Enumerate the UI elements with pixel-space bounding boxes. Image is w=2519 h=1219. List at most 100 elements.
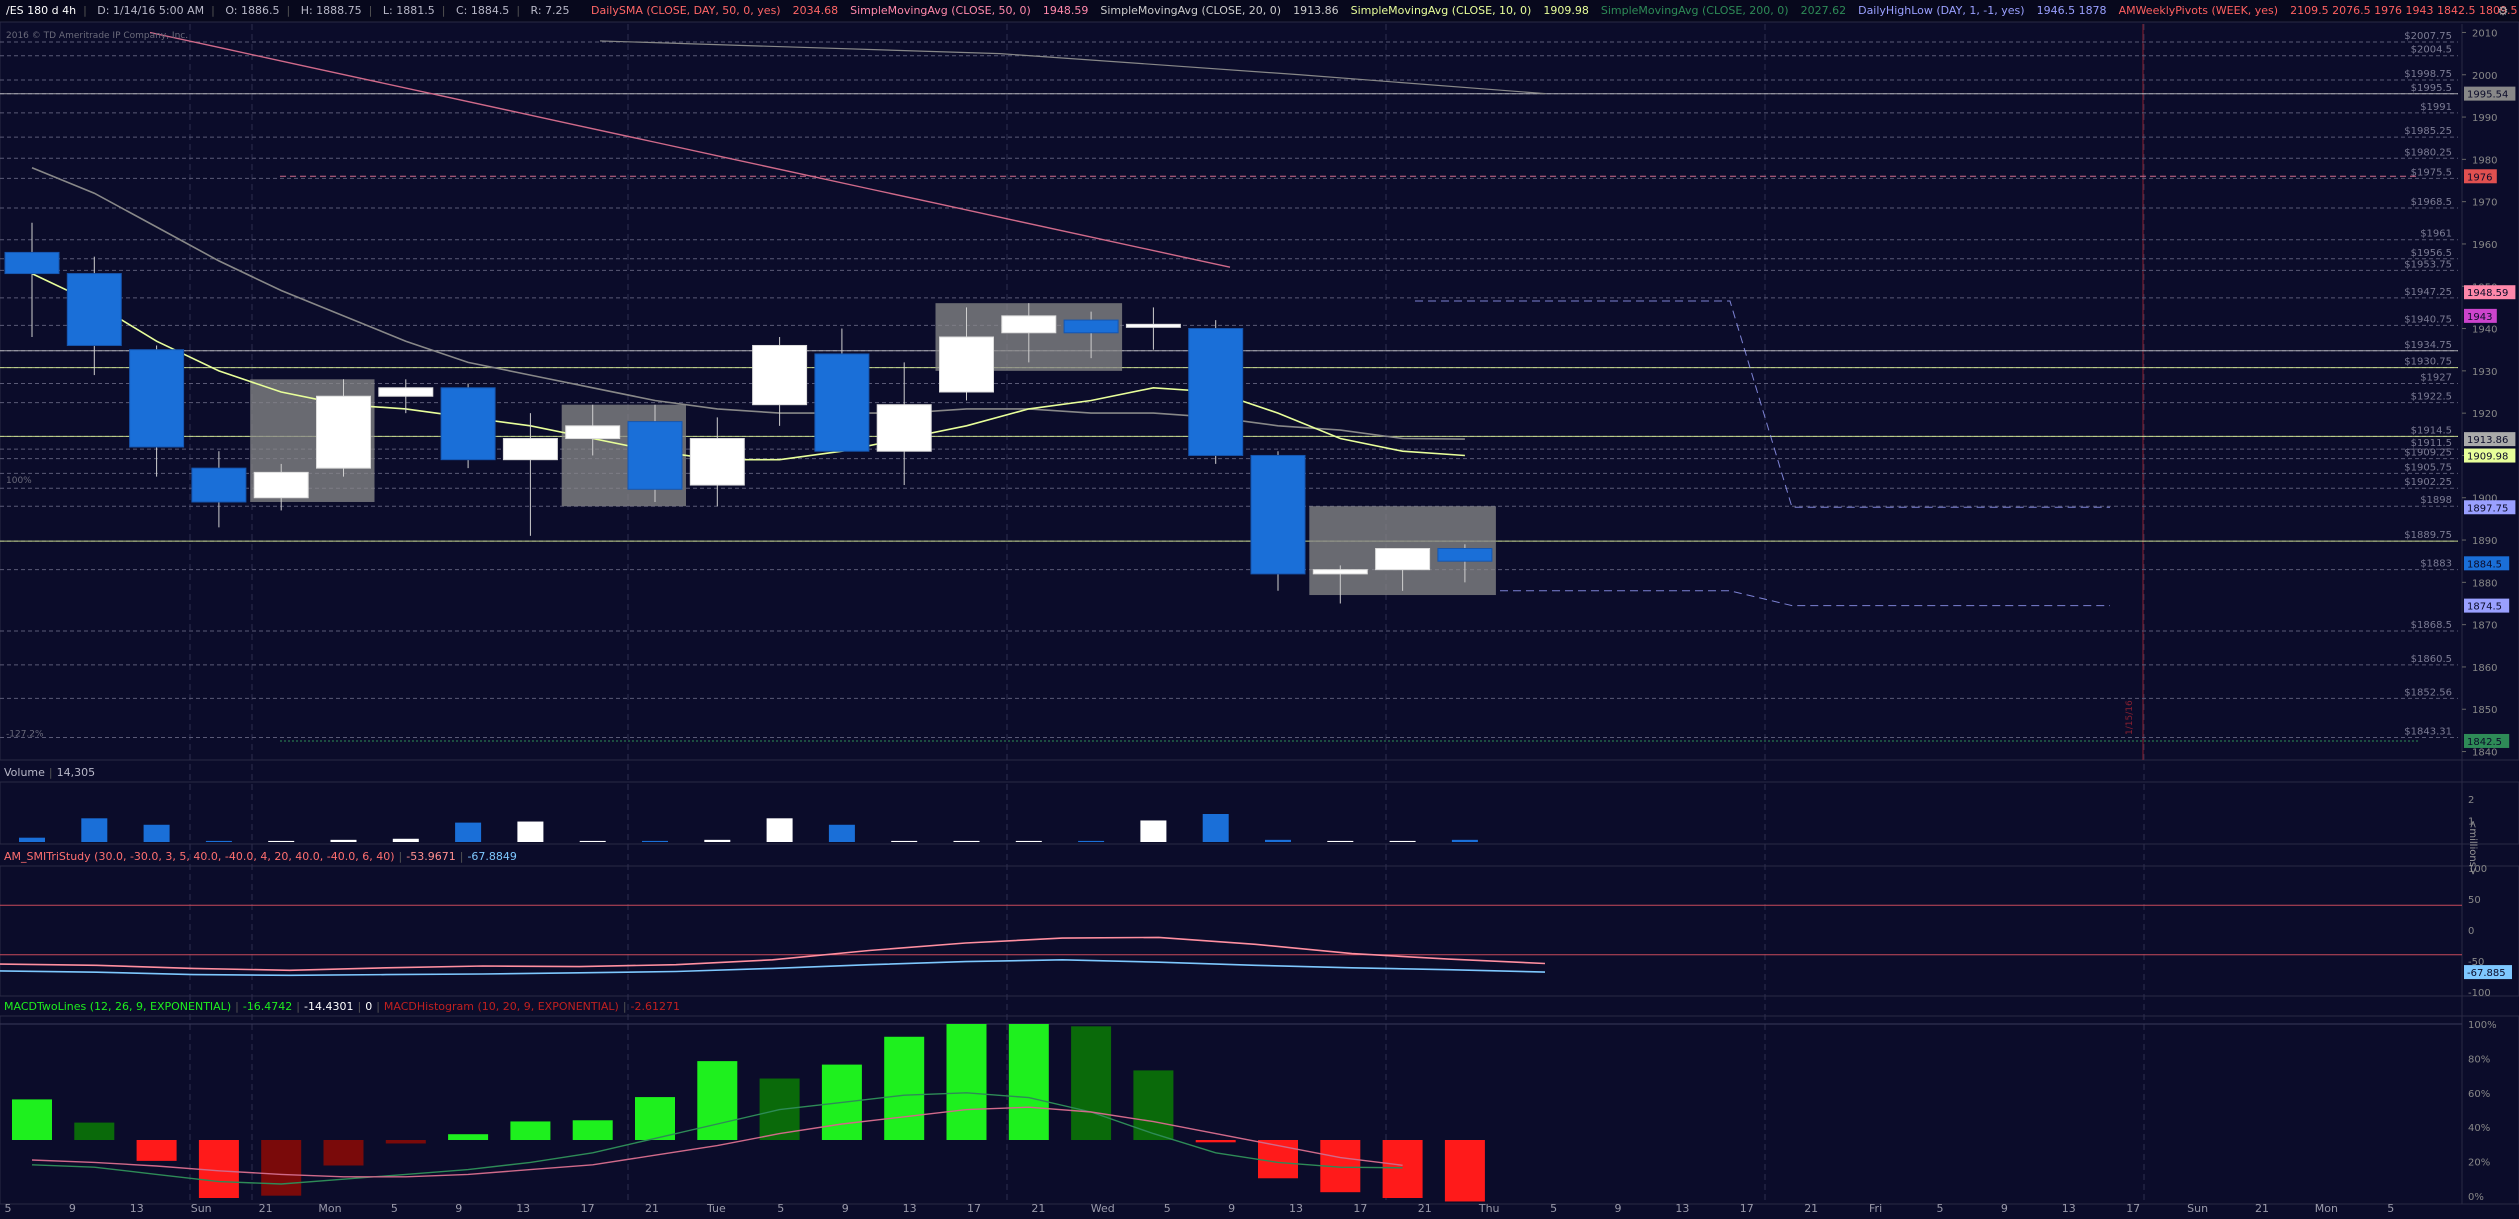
price-tag: 1948.59 xyxy=(2464,285,2516,300)
macd-axis-label: 20% xyxy=(2468,1158,2490,1169)
macd-histogram-bar xyxy=(1444,1140,1485,1202)
macd-histogram-bar xyxy=(323,1140,364,1166)
price-level-label: $1975.5 xyxy=(2411,167,2452,178)
candle xyxy=(502,413,558,536)
price-tag: 1913.86 xyxy=(2464,432,2516,447)
price-tag: 1995.54 xyxy=(2464,86,2516,101)
time-axis-label: Tue xyxy=(706,1202,726,1215)
smi-value-tag: -67.885 xyxy=(2464,965,2512,980)
price-axis-label: 1940 xyxy=(2472,325,2497,336)
candle-body xyxy=(1437,548,1493,562)
price-axis-label: 1860 xyxy=(2472,663,2497,674)
price-level-label: $1905.75 xyxy=(2404,462,2452,473)
volume-bar xyxy=(1265,839,1291,842)
candle xyxy=(440,383,496,469)
macd-histogram-bar xyxy=(946,1024,987,1140)
price-axis-label: 1970 xyxy=(2472,198,2497,209)
price-axis-label: 1850 xyxy=(2472,705,2497,716)
candle-body xyxy=(378,387,434,397)
candle-body xyxy=(502,438,558,461)
smi-axis-label: -100 xyxy=(2468,988,2491,999)
time-axis-label: 17 xyxy=(1740,1202,1754,1215)
price-level-label: $1883 xyxy=(2420,559,2452,570)
macd-axis-label: 100% xyxy=(2468,1020,2497,1031)
price-tag-text: 1897.75 xyxy=(2467,503,2508,514)
price-tag: 1884.5 xyxy=(2464,556,2510,571)
volume-title: Volume xyxy=(4,766,45,779)
macd-histogram-bar xyxy=(448,1134,489,1140)
smi-tag-text: -67.885 xyxy=(2467,968,2506,979)
candle-body xyxy=(129,349,185,448)
volume-axis-label: 2 xyxy=(2468,795,2474,806)
price-axis-label: 1990 xyxy=(2472,113,2497,124)
smi-panel xyxy=(0,865,2519,997)
price-tag: 1842.5 xyxy=(2464,733,2510,748)
price-axis-label: 1980 xyxy=(2472,155,2497,166)
time-axis-label: 13 xyxy=(1289,1202,1303,1215)
trading-chart-window: /ES 180 d 4h | D: 1/14/16 5:00 AM | O: 188… xyxy=(0,0,2519,1219)
macd-histogram-bar xyxy=(1382,1140,1423,1198)
candle xyxy=(814,328,870,452)
price-level-label: $1909.25 xyxy=(2404,448,2452,459)
time-axis-label: Mon xyxy=(318,1202,341,1215)
smi-header: AM_SMITriStudy (30.0, -30.0, 3, 5, 40.0,… xyxy=(0,848,521,866)
price-level-label: $2007.75 xyxy=(2404,31,2452,42)
price-level-label: $1956.5 xyxy=(2411,248,2452,259)
macd-layer: 100% 80% 60% 40% 20% 0% xyxy=(0,1020,2497,1203)
price-tag-text: 1842.5 xyxy=(2467,737,2502,748)
macd-histogram-bar xyxy=(1195,1140,1236,1143)
macd-histogram-title: MACDHistogram (10, 20, 9, EXPONENTIAL) xyxy=(383,1000,619,1013)
daily-high-projection xyxy=(1415,300,2110,508)
volume-bar xyxy=(766,818,793,842)
smi-k-line xyxy=(0,936,1546,972)
price-tag-text: 1995.54 xyxy=(2467,90,2508,101)
time-axis-label: Wed xyxy=(1091,1202,1115,1215)
volume-bar xyxy=(455,822,482,842)
time-axis-label: 21 xyxy=(259,1202,273,1215)
settings-icon[interactable]: ⚙ xyxy=(2496,4,2510,18)
price-level-label: $1991 xyxy=(2420,102,2452,113)
macd-histogram-bar xyxy=(697,1061,738,1140)
candle-body xyxy=(1375,548,1431,571)
price-level-label: $1852.56 xyxy=(2404,687,2452,698)
sma50-line xyxy=(149,31,1231,268)
candle-body xyxy=(1001,315,1057,334)
macd-histogram-value: -2.61271 xyxy=(630,1000,680,1013)
fib-label-low: -127.2% xyxy=(6,730,44,740)
price-level-label: $1860.5 xyxy=(2411,654,2452,665)
price-axis-label: 1840 xyxy=(2472,748,2497,759)
macd-axis-label: 0% xyxy=(2468,1192,2484,1203)
price-axis-label: 2000 xyxy=(2472,71,2497,82)
time-axis-label: 17 xyxy=(581,1202,595,1215)
price-level-label: $1930.75 xyxy=(2404,357,2452,368)
time-axis-label: 21 xyxy=(2255,1202,2269,1215)
candle-body xyxy=(1250,454,1306,575)
chart-canvas[interactable]: 1/15/16 $2007.75 $2004.5 $1998.75 $1995.5 $1… xyxy=(0,0,2519,1219)
time-axis-label: 9 xyxy=(2001,1202,2008,1215)
candle-body xyxy=(876,404,932,452)
time-axis-label: 13 xyxy=(903,1202,917,1215)
candle xyxy=(129,345,185,477)
candle-body xyxy=(316,395,371,469)
price-tag: 1897.75 xyxy=(2464,500,2516,515)
fib-label-high: 100% xyxy=(6,476,32,486)
time-axis-label: 17 xyxy=(1353,1202,1367,1215)
macd-histogram-bar xyxy=(198,1140,239,1198)
candles-layer xyxy=(4,222,1493,604)
macd-axis-label: 60% xyxy=(2468,1089,2490,1100)
candle-body xyxy=(1125,323,1181,328)
candle xyxy=(1188,320,1244,464)
volume-bar xyxy=(1451,839,1478,842)
price-level-label: $1953.75 xyxy=(2404,259,2452,270)
macd-histogram-bar xyxy=(1008,1024,1049,1140)
volume-bar xyxy=(517,821,544,842)
macd-histogram-bar xyxy=(1071,1026,1112,1140)
candle-body xyxy=(66,273,122,346)
volume-bar xyxy=(828,824,855,842)
price-level-label: $1898 xyxy=(2420,495,2452,506)
price-axis-label: 2010 xyxy=(2472,28,2497,39)
time-axis-label: 9 xyxy=(842,1202,849,1215)
candle-body xyxy=(627,421,683,490)
daily-sma-line xyxy=(599,40,1546,95)
volume-header: Volume | 14,305 xyxy=(0,764,99,782)
